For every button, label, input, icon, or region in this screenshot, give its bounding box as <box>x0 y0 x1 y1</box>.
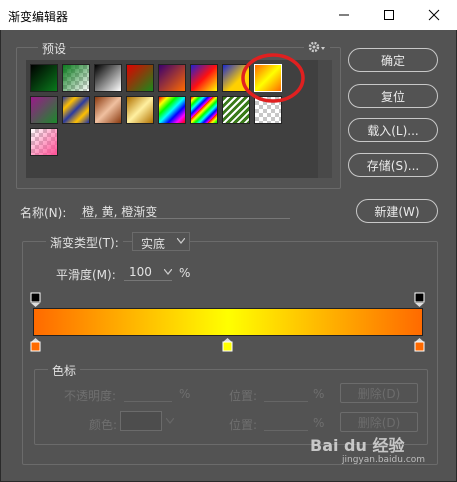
preset-swatch[interactable] <box>62 96 90 124</box>
smoothness-value: 100 <box>129 265 152 279</box>
opacity-location-input[interactable] <box>264 384 308 402</box>
gradient-preview-bar[interactable] <box>33 308 423 336</box>
preset-swatch[interactable] <box>126 96 154 124</box>
new-button[interactable]: 新建(W) <box>356 199 438 223</box>
dialog-title-bar: 渐变编辑器 <box>0 0 457 30</box>
color-stops-legend: 色标 <box>48 362 81 379</box>
preset-swatch[interactable] <box>94 96 122 124</box>
chevron-down-icon <box>166 418 174 424</box>
opacity-input[interactable] <box>124 384 172 402</box>
preset-swatch[interactable] <box>30 128 58 156</box>
watermark-logo: Bai du 经验 <box>310 436 405 455</box>
smoothness-label: 平滑度(M): <box>56 268 116 282</box>
gear-icon <box>308 41 325 53</box>
save-button[interactable]: 存储(S)... <box>348 153 438 177</box>
preset-swatch[interactable] <box>30 96 58 124</box>
chevron-down-icon <box>177 238 185 244</box>
gradient-type-select[interactable]: 实底 <box>132 232 190 251</box>
preset-swatch[interactable] <box>158 96 186 124</box>
maximize-button[interactable] <box>366 0 411 30</box>
presets-legend: 预设 <box>38 40 71 57</box>
preset-swatch[interactable] <box>190 64 218 92</box>
color-location-input[interactable] <box>264 413 308 431</box>
color-label: 颜色: <box>89 418 118 432</box>
color-stop-middle[interactable] <box>222 337 234 356</box>
reset-button[interactable]: 复位 <box>348 84 438 108</box>
dialog-title: 渐变编辑器 <box>8 10 69 24</box>
close-icon <box>428 9 439 21</box>
name-label: 名称(N): <box>20 206 67 220</box>
smoothness-input[interactable]: 100 <box>124 263 172 281</box>
minimize-button[interactable] <box>321 0 366 30</box>
opacity-location-label: 位置: <box>229 389 258 403</box>
name-input[interactable]: 橙, 黄, 橙渐变 <box>80 201 290 219</box>
opacity-unit: % <box>179 387 191 401</box>
watermark-url: jingyan.baidu.com <box>342 455 426 465</box>
highlight-circle <box>241 53 305 103</box>
preset-swatch[interactable] <box>30 64 58 92</box>
preset-swatch[interactable] <box>158 64 186 92</box>
presets-menu-button[interactable] <box>304 40 330 57</box>
color-picker-swatch[interactable] <box>120 411 162 431</box>
smoothness-unit: % <box>179 266 191 280</box>
chevron-down-icon <box>164 269 172 275</box>
color-location-label: 位置: <box>229 418 258 432</box>
close-button[interactable] <box>411 0 456 30</box>
preset-swatch[interactable] <box>126 64 154 92</box>
name-input-value: 橙, 黄, 橙渐变 <box>82 205 158 219</box>
maximize-icon <box>383 10 394 20</box>
opacity-location-unit: % <box>313 387 325 401</box>
preset-swatch[interactable] <box>94 64 122 92</box>
ok-button[interactable]: 确定 <box>348 48 438 72</box>
opacity-label: 不透明度: <box>64 389 117 403</box>
delete-color-stop-button[interactable]: 删除(D) <box>340 412 418 432</box>
gradient-type-value: 实底 <box>141 237 166 251</box>
preset-scrollbar[interactable] <box>318 60 332 178</box>
minimize-icon <box>338 14 349 16</box>
preset-swatch[interactable] <box>190 96 218 124</box>
load-button[interactable]: 载入(L)... <box>348 118 438 142</box>
gradient-type-label: 渐变类型(T): <box>46 234 123 251</box>
delete-opacity-stop-button[interactable]: 删除(D) <box>340 383 418 403</box>
color-stop-left[interactable] <box>30 337 42 356</box>
preset-swatch[interactable] <box>62 64 90 92</box>
color-stop-right[interactable] <box>414 337 426 356</box>
color-location-unit: % <box>313 416 325 430</box>
